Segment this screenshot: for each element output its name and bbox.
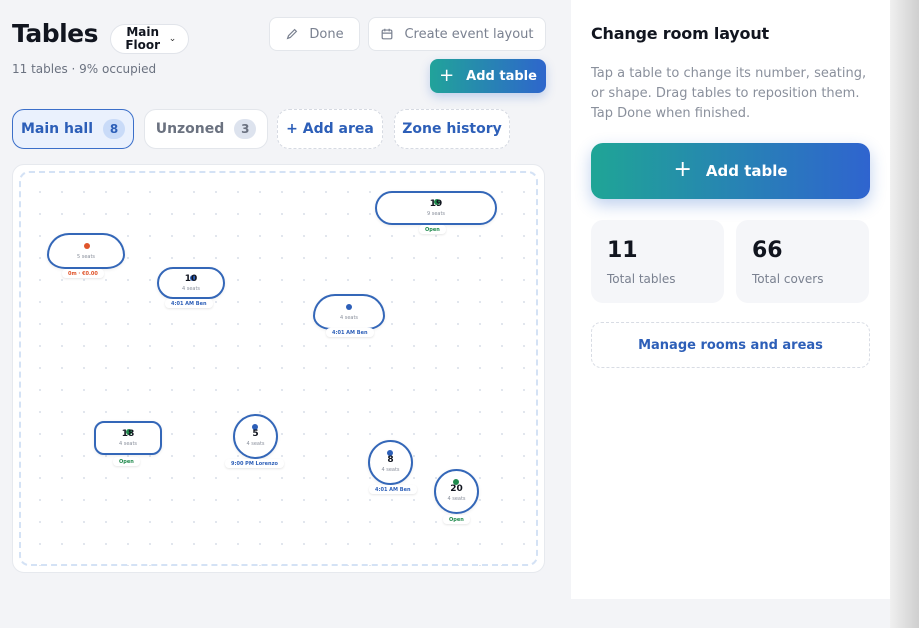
table-seats: 4 seats (447, 496, 466, 502)
create-event-layout-label: Create event layout (404, 26, 534, 42)
stat-label: Total tables (607, 272, 676, 286)
stat-label: Total covers (752, 272, 824, 286)
pencil-icon (287, 28, 298, 40)
zone-history-label: Zone history (402, 121, 502, 137)
manage-rooms-button[interactable]: Manage rooms and areas (591, 322, 870, 368)
plus-icon: + (673, 157, 692, 182)
plus-icon: + (439, 64, 455, 86)
table-status: 0m · €0.00 (62, 269, 104, 278)
panel-add-table-button[interactable]: + Add table (591, 143, 870, 199)
table-status: 4:01 AM Ben (326, 328, 374, 337)
panel-description: Tap a table to change its number, seatin… (591, 66, 867, 121)
status-dot (84, 243, 90, 249)
tables-summary: 11 tables · 9% occupied (12, 62, 157, 76)
zone-history-button[interactable]: Zone history (394, 109, 510, 149)
table-seats: 4 seats (246, 441, 265, 447)
table-seats: 4 seats (381, 467, 400, 473)
table-status: Open (113, 457, 140, 466)
add-area-button[interactable]: + Add area (277, 109, 383, 149)
floor-plan: 5 seats 0m · €0.00 10 4 seats 4:01 AM Be… (12, 164, 545, 573)
table-number: 20 (450, 484, 463, 494)
panel-add-table-label: Add table (705, 162, 788, 180)
table-status: Open (443, 515, 470, 524)
floor-select[interactable]: Main Floor ⌄ (110, 24, 189, 54)
table-number: 8 (387, 455, 394, 465)
table-seats: 5 seats (76, 254, 96, 260)
table-status: Open (419, 225, 446, 234)
add-table-button-label: Add table (466, 68, 537, 84)
add-area-label: + Add area (286, 121, 374, 137)
table-number: 19 (429, 198, 443, 209)
layout-panel: Change room layout Tap a table to change… (571, 0, 890, 599)
panel-footer-strip (571, 599, 890, 628)
table-status: 9:00 PM Lorenzo (225, 459, 284, 468)
stat-value: 11 (607, 238, 638, 263)
floor-plan-canvas: 5 seats 0m · €0.00 10 4 seats 4:01 AM Be… (19, 171, 538, 566)
tab-unzoned-count: 3 (234, 119, 257, 139)
table-item[interactable]: 19 9 seats (375, 191, 497, 225)
table-seats: 9 seats (426, 210, 446, 217)
table-status: 4:01 AM Ben (165, 299, 213, 308)
table-item[interactable]: 4 seats (313, 294, 385, 330)
table-item[interactable]: 18 4 seats (94, 421, 162, 455)
create-event-layout-button[interactable]: Create event layout (368, 17, 546, 51)
table-number: 10 (184, 273, 198, 284)
table-seats: 4 seats (181, 285, 201, 292)
page-title: Tables (12, 19, 99, 48)
table-item[interactable]: 10 4 seats (157, 267, 225, 299)
stat-total-covers: 66 Total covers (736, 220, 869, 303)
chevron-down-icon: ⌄ (168, 34, 177, 44)
table-seats: 4 seats (118, 440, 138, 447)
tab-unzoned-label: Unzoned (155, 121, 225, 137)
table-status: 4:01 AM Ben (369, 485, 417, 494)
add-table-button[interactable]: + Add table (430, 59, 546, 93)
tab-unzoned[interactable]: Unzoned 3 (144, 109, 268, 149)
table-item[interactable]: 8 4 seats (368, 440, 413, 485)
status-dot (346, 304, 352, 310)
table-item[interactable]: 5 seats (47, 233, 125, 269)
table-number: 5 (252, 429, 259, 439)
stat-total-tables: 11 Total tables (591, 220, 724, 303)
tab-main-hall-count: 8 (103, 119, 126, 139)
stat-value: 66 (752, 238, 783, 263)
table-seats: 4 seats (339, 315, 359, 321)
tab-main-hall[interactable]: Main hall 8 (12, 109, 134, 149)
floor-select-label: Main Floor (125, 25, 161, 52)
panel-edge-shadow (890, 0, 919, 628)
tab-main-hall-label: Main hall (20, 121, 94, 137)
table-number: 18 (121, 428, 135, 439)
done-button[interactable]: Done (269, 17, 360, 51)
table-item[interactable]: 5 4 seats (233, 414, 278, 459)
panel-title: Change room layout (591, 24, 769, 43)
table-item[interactable]: 20 4 seats (434, 469, 479, 514)
done-button-label: Done (309, 26, 344, 42)
calendar-icon (382, 28, 393, 40)
